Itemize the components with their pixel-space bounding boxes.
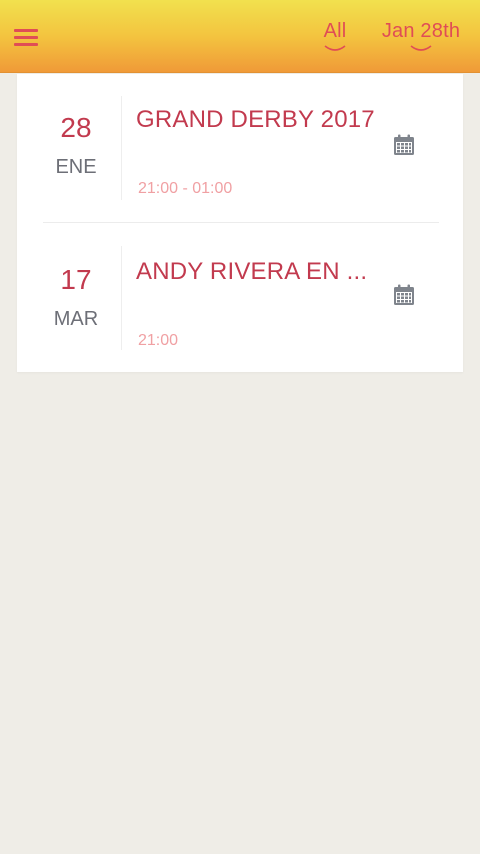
event-month: MAR — [53, 308, 99, 330]
app-header: All Jan 28th — [0, 0, 480, 73]
column-divider — [121, 246, 122, 350]
event-list-item[interactable]: 28 ENE GRAND DERBY 2017 21:00 - 01:00 — [17, 74, 463, 222]
event-title: ANDY RIVERA EN ... — [136, 258, 368, 285]
column-divider — [121, 96, 122, 200]
event-time: 21:00 — [138, 332, 179, 349]
row-divider — [43, 222, 439, 223]
date-filter-label: Jan 28th — [381, 20, 461, 42]
calendar-icon[interactable] — [393, 284, 415, 306]
event-month: ENE — [55, 156, 97, 178]
chevron-down-icon — [324, 45, 346, 51]
date-filter-dropdown[interactable]: Jan 28th — [374, 20, 468, 53]
event-list: 28 ENE GRAND DERBY 2017 21:00 - 01:00 17… — [17, 74, 463, 372]
event-list-item[interactable]: 17 MAR ANDY RIVERA EN ... 21:00 — [17, 224, 463, 372]
event-day: 17 — [60, 264, 92, 295]
event-time: 21:00 - 01:00 — [138, 180, 233, 197]
chevron-down-icon — [410, 45, 432, 51]
event-title: GRAND DERBY 2017 — [136, 106, 375, 133]
hamburger-menu-icon[interactable] — [12, 26, 40, 48]
event-day: 28 — [60, 112, 92, 143]
calendar-icon[interactable] — [393, 134, 415, 156]
category-filter-dropdown[interactable]: All — [319, 20, 351, 53]
category-filter-label: All — [323, 20, 347, 42]
